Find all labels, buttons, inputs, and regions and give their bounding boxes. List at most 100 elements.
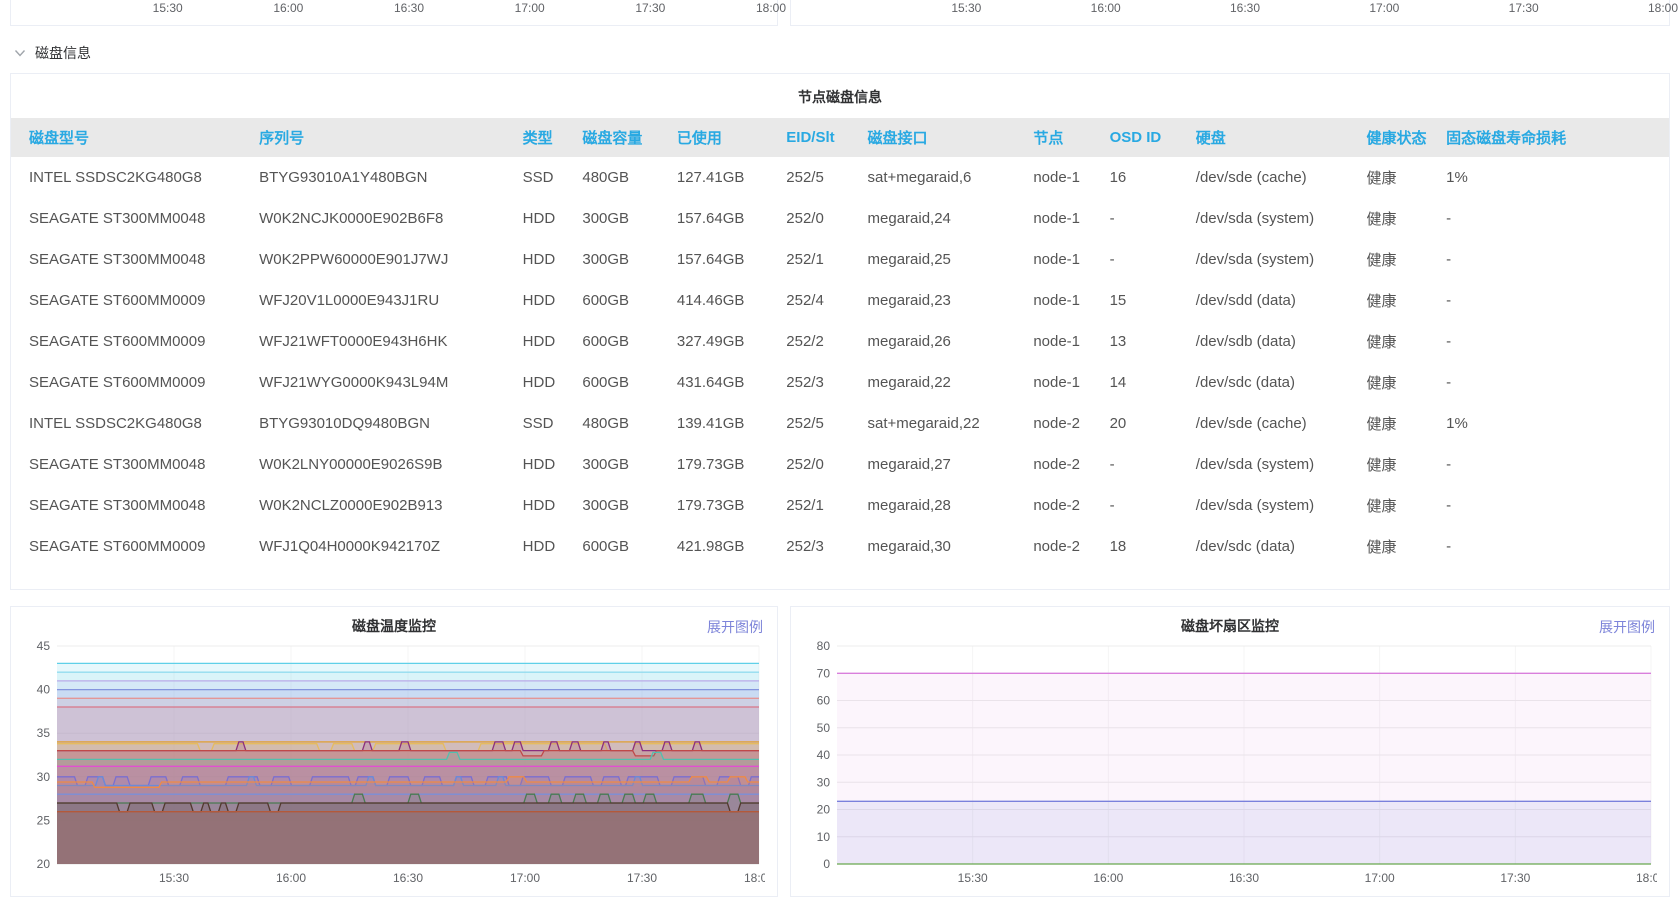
chevron-down-icon: [14, 47, 26, 59]
page: 15:3016:0016:3017:0017:3018:00 15:3016:0…: [0, 0, 1680, 897]
table-cell: W0K2NCJK0000E902B6F8: [253, 198, 517, 239]
table-cell: WFJ21WYG0000K943L94M: [253, 362, 517, 403]
table-row: INTEL SSDSC2KG480G8BTYG93010A1Y480BGNSSD…: [11, 157, 1669, 198]
table-cell: megaraid,24: [862, 198, 1028, 239]
table-cell: megaraid,30: [862, 526, 1028, 567]
table-cell: 431.64GB: [671, 362, 780, 403]
expand-legend-link[interactable]: 展开图例: [707, 617, 763, 637]
table-cell: 600GB: [576, 526, 671, 567]
svg-text:16:30: 16:30: [1229, 871, 1259, 885]
table-cell: -: [1440, 239, 1669, 280]
bad-sector-chart-card: 磁盘坏扇区监控 展开图例 15:3016:0016:3017:0017:3018…: [790, 606, 1670, 897]
table-cell: W0K2PPW60000E901J7WJ: [253, 239, 517, 280]
x-axis-label: 17:30: [635, 1, 665, 15]
table-cell: /dev/sda (system): [1190, 239, 1361, 280]
svg-text:0: 0: [823, 857, 830, 871]
table-cell: -: [1104, 444, 1190, 485]
svg-text:30: 30: [817, 775, 831, 789]
table-cell: /dev/sde (cache): [1190, 403, 1361, 444]
chart-canvas[interactable]: 15:3016:0016:3017:0017:3018:002025303540…: [23, 638, 765, 890]
column-header[interactable]: 硬盘: [1190, 118, 1361, 157]
table-cell: 252/2: [780, 321, 861, 362]
svg-text:80: 80: [817, 639, 831, 653]
column-header[interactable]: EID/Slt: [780, 118, 861, 157]
table-cell: -: [1440, 198, 1669, 239]
table-cell: /dev/sde (cache): [1190, 157, 1361, 198]
table-cell: /dev/sdd (data): [1190, 280, 1361, 321]
x-axis-label: 17:00: [515, 1, 545, 15]
table-header-row: 磁盘型号序列号类型磁盘容量已使用EID/Slt磁盘接口节点OSD ID硬盘健康状…: [11, 118, 1669, 157]
table-cell: 13: [1104, 321, 1190, 362]
table-cell: 127.41GB: [671, 157, 780, 198]
x-axis-label: 17:30: [1509, 1, 1539, 15]
table-cell: W0K2NCLZ0000E902B913: [253, 485, 517, 526]
table-cell: 480GB: [576, 403, 671, 444]
column-header[interactable]: 磁盘型号: [11, 118, 253, 157]
table-cell: INTEL SSDSC2KG480G8: [11, 403, 253, 444]
table-cell: 179.73GB: [671, 485, 780, 526]
table-cell: sat+megaraid,22: [862, 403, 1028, 444]
column-header[interactable]: 磁盘容量: [576, 118, 671, 157]
svg-text:70: 70: [817, 666, 831, 680]
column-header[interactable]: OSD ID: [1104, 118, 1190, 157]
table-cell: 16: [1104, 157, 1190, 198]
x-axis-label: 16:30: [394, 1, 424, 15]
table-cell: 健康: [1361, 157, 1441, 198]
column-header[interactable]: 类型: [517, 118, 577, 157]
column-header[interactable]: 节点: [1027, 118, 1103, 157]
table-cell: 14: [1104, 362, 1190, 403]
table-cell: -: [1104, 485, 1190, 526]
x-axis-label: 16:00: [1091, 1, 1121, 15]
svg-text:40: 40: [817, 748, 831, 762]
x-axis-label: 18:00: [756, 1, 786, 15]
column-header[interactable]: 序列号: [253, 118, 517, 157]
column-header[interactable]: 磁盘接口: [862, 118, 1028, 157]
bottom-charts-row: 磁盘温度监控 展开图例 15:3016:0016:3017:0017:3018:…: [10, 606, 1670, 897]
x-axis: 15:3016:0016:3017:0017:3018:00: [827, 1, 1663, 17]
table-cell: 600GB: [576, 362, 671, 403]
svg-text:17:00: 17:00: [1365, 871, 1395, 885]
table-cell: 252/0: [780, 444, 861, 485]
table-cell: INTEL SSDSC2KG480G8: [11, 157, 253, 198]
table-cell: -: [1104, 239, 1190, 280]
table-cell: node-1: [1027, 280, 1103, 321]
table-cell: WFJ21WFT0000E943H6HK: [253, 321, 517, 362]
table-cell: HDD: [517, 444, 577, 485]
table-cell: SEAGATE ST600MM0009: [11, 280, 253, 321]
table-cell: SEAGATE ST600MM0009: [11, 362, 253, 403]
chart-canvas[interactable]: 15:3016:0016:3017:0017:3018:000102030405…: [803, 638, 1657, 890]
table-cell: 健康: [1361, 403, 1441, 444]
table-cell: 252/3: [780, 362, 861, 403]
table-cell: BTYG93010DQ9480BGN: [253, 403, 517, 444]
table-cell: /dev/sdb (data): [1190, 321, 1361, 362]
table-row: SEAGATE ST300MM0048W0K2NCJK0000E902B6F8H…: [11, 198, 1669, 239]
x-axis-label: 18:00: [1648, 1, 1678, 15]
svg-text:17:00: 17:00: [510, 871, 540, 885]
table-cell: SSD: [517, 157, 577, 198]
table-cell: 421.98GB: [671, 526, 780, 567]
table-cell: /dev/sda (system): [1190, 485, 1361, 526]
table-cell: 300GB: [576, 444, 671, 485]
table-cell: 1%: [1440, 403, 1669, 444]
chart-title: 磁盘温度监控: [23, 616, 765, 636]
table-cell: -: [1440, 362, 1669, 403]
column-header[interactable]: 固态磁盘寿命损耗: [1440, 118, 1669, 157]
table-cell: HDD: [517, 280, 577, 321]
column-header[interactable]: 已使用: [671, 118, 780, 157]
column-header[interactable]: 健康状态: [1361, 118, 1441, 157]
svg-text:60: 60: [817, 694, 831, 708]
table-cell: BTYG93010A1Y480BGN: [253, 157, 517, 198]
table-cell: node-1: [1027, 198, 1103, 239]
expand-legend-link[interactable]: 展开图例: [1599, 617, 1655, 637]
table-cell: 300GB: [576, 239, 671, 280]
table-cell: 20: [1104, 403, 1190, 444]
table-cell: 健康: [1361, 198, 1441, 239]
x-axis-label: 15:30: [153, 1, 183, 15]
table-cell: SEAGATE ST300MM0048: [11, 239, 253, 280]
svg-text:25: 25: [37, 813, 51, 827]
svg-text:20: 20: [37, 857, 51, 871]
table-cell: 600GB: [576, 280, 671, 321]
disk-info-section-toggle[interactable]: 磁盘信息: [14, 43, 91, 63]
table-row: INTEL SSDSC2KG480G8BTYG93010DQ9480BGNSSD…: [11, 403, 1669, 444]
table-cell: 252/1: [780, 485, 861, 526]
